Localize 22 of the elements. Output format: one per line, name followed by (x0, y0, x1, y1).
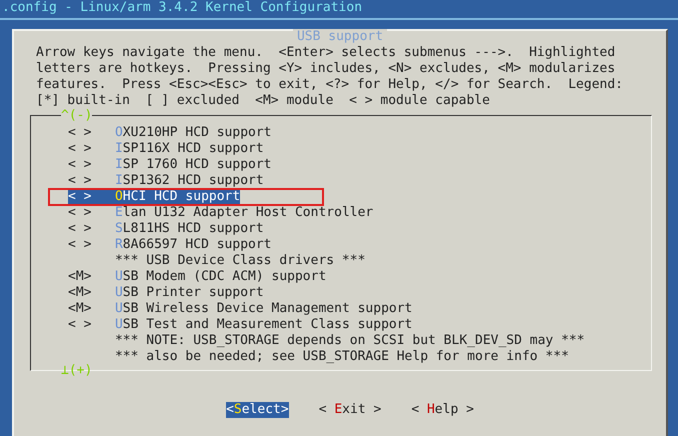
scroll-indicator: ⊥(+) (61, 365, 92, 377)
menu-comment: *** also be needed; see USB_STORAGE Help for more info *** (114, 349, 569, 365)
menu-button[interactable]: <Select> (226, 402, 289, 418)
menu-item[interactable]: <M> USB Modem (CDC ACM) support (68, 269, 326, 285)
menu-item[interactable]: < > OXU210HP HCD support (68, 125, 272, 141)
scroll-indicator: ^(-) (61, 110, 92, 122)
menu-item[interactable]: < > SL811HS HCD support (68, 221, 264, 237)
help-text: Arrow keys navigate the menu. <Enter> selects submenus --->. Highlighted letters are hotkeys. Pressing <Y> includes, <N> excludes, <M> modularizes features. Press <Esc><Esc> to exit, <?> for Help, </> for Search. Legend: [*] built-in [ ] excluded <M> module < > module capable (35, 45, 624, 109)
dialog-title: USB support (292, 29, 388, 45)
menu-item[interactable]: <M> USB Printer support (68, 285, 264, 301)
menu-comment: *** USB Device Class drivers *** (114, 253, 366, 269)
menu-button[interactable]: < Help > (411, 402, 474, 418)
menu-item[interactable]: < > ISP1362 HCD support (68, 173, 264, 189)
menu-item[interactable]: < > ISP116X HCD support (68, 141, 264, 157)
menu-item[interactable]: < > Elan U132 Adapter Host Controller (68, 205, 374, 221)
menu-item[interactable]: < > ISP 1760 HCD support (68, 157, 272, 173)
window-title: .config - Linux/arm 3.4.2 Kernel Configuration (1, 0, 364, 15)
menu-item[interactable]: < > USB Test and Measurement Class support (68, 317, 412, 333)
menu-comment: *** NOTE: USB_STORAGE depends on SCSI but BLK_DEV_SD may *** (114, 333, 585, 349)
menu-item[interactable]: <M> USB Wireless Device Management support (68, 301, 412, 317)
menu-item[interactable]: < > R8A66597 HCD support (68, 237, 272, 253)
menu-button[interactable]: < Exit > (318, 402, 382, 418)
